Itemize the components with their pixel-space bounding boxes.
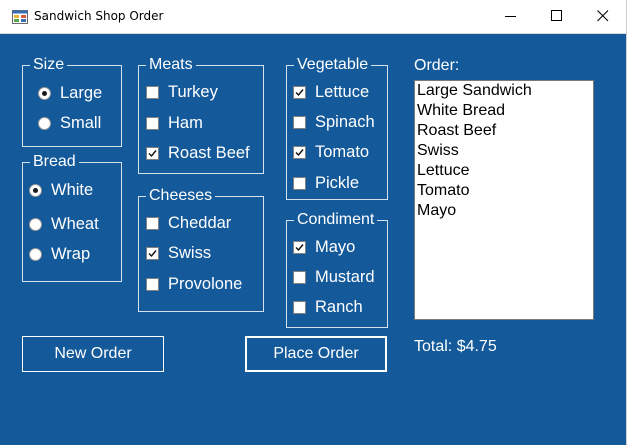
- checkbox-indicator[interactable]: [293, 271, 306, 284]
- checkbox-indicator[interactable]: [146, 117, 159, 130]
- checkbox-indicator[interactable]: [146, 147, 159, 160]
- vegetable-group: Vegetable Lettuce Spinach Tomato Pickle: [286, 56, 388, 200]
- checkbox-label: Pickle: [315, 174, 360, 192]
- checkbox-indicator[interactable]: [293, 241, 306, 254]
- checkbox-indicator[interactable]: [146, 217, 159, 230]
- list-item[interactable]: Swiss: [415, 141, 593, 161]
- list-item[interactable]: Large Sandwich: [415, 81, 593, 101]
- condiment-legend: Condiment: [294, 211, 378, 229]
- maximize-button[interactable]: [534, 0, 580, 33]
- radio-indicator[interactable]: [38, 87, 51, 100]
- checkmark-icon: [148, 150, 157, 158]
- checkbox-label: Roast Beef: [168, 144, 250, 162]
- title-bar[interactable]: Sandwich Shop Order: [0, 0, 626, 34]
- checkbox-label: Provolone: [168, 275, 243, 293]
- cheeses-legend: Cheeses: [146, 187, 216, 205]
- checkmark-icon: [148, 250, 157, 258]
- checkbox-indicator[interactable]: [146, 247, 159, 260]
- list-item[interactable]: White Bread: [415, 101, 593, 121]
- checkmark-icon: [295, 149, 304, 157]
- size-group: Size Large Small: [22, 56, 122, 147]
- minimize-button[interactable]: [488, 0, 534, 33]
- place-order-button[interactable]: Place Order: [245, 336, 387, 372]
- checkbox-label: Mayo: [315, 238, 356, 256]
- checkbox-indicator[interactable]: [293, 301, 306, 314]
- condiment-group: Condiment Mayo Mustard Ranch: [286, 211, 388, 328]
- new-order-button[interactable]: New Order: [22, 336, 164, 372]
- order-label: Order:: [414, 57, 460, 74]
- radio-label: Wrap: [51, 245, 91, 263]
- checkbox-label: Ham: [168, 114, 203, 132]
- radio-indicator[interactable]: [29, 184, 42, 197]
- checkbox-indicator[interactable]: [146, 278, 159, 291]
- window-title: Sandwich Shop Order: [34, 9, 164, 23]
- checkbox-label: Ranch: [315, 298, 363, 316]
- checkbox-label: Mustard: [315, 268, 375, 286]
- meats-legend: Meats: [146, 56, 196, 74]
- list-item[interactable]: Roast Beef: [415, 121, 593, 141]
- radio-label: Small: [60, 114, 102, 132]
- radio-indicator[interactable]: [38, 117, 51, 130]
- list-item[interactable]: Lettuce: [415, 161, 593, 181]
- order-listbox[interactable]: Large Sandwich White Bread Roast Beef Sw…: [414, 80, 594, 320]
- checkbox-label: Spinach: [315, 113, 375, 131]
- close-button[interactable]: [580, 0, 626, 33]
- checkbox-indicator[interactable]: [293, 116, 306, 129]
- radio-label: Wheat: [51, 215, 99, 233]
- checkbox-label: Swiss: [168, 244, 212, 262]
- app-window: Sandwich Shop Order Size Large Small Bre…: [0, 0, 627, 445]
- radio-label: Large: [60, 84, 103, 102]
- cheeses-group: Cheeses Cheddar Swiss Provolone: [138, 187, 264, 312]
- meats-group: Meats Turkey Ham Roast Beef: [138, 56, 264, 174]
- total-label: Total: $4.75: [414, 338, 497, 355]
- checkbox-indicator[interactable]: [293, 177, 306, 190]
- checkbox-indicator[interactable]: [293, 146, 306, 159]
- vegetable-legend: Vegetable: [294, 56, 372, 74]
- app-icon: [12, 9, 28, 25]
- maximize-icon: [551, 10, 562, 21]
- checkbox-indicator[interactable]: [293, 86, 306, 99]
- radio-label: White: [51, 181, 94, 199]
- list-item[interactable]: Mayo: [415, 201, 593, 221]
- close-icon: [597, 10, 609, 22]
- checkbox-label: Lettuce: [315, 83, 370, 101]
- minimize-icon: [505, 16, 516, 17]
- checkbox-indicator[interactable]: [146, 86, 159, 99]
- radio-indicator[interactable]: [29, 218, 42, 231]
- bread-legend: Bread: [30, 153, 79, 171]
- list-item[interactable]: Tomato: [415, 181, 593, 201]
- checkmark-icon: [295, 244, 304, 252]
- checkbox-label: Tomato: [315, 143, 370, 161]
- checkmark-icon: [295, 89, 304, 97]
- size-legend: Size: [30, 56, 68, 74]
- radio-indicator[interactable]: [29, 248, 42, 261]
- checkbox-label: Cheddar: [168, 214, 232, 232]
- bread-group: Bread White Wheat Wrap: [22, 153, 122, 282]
- checkbox-label: Turkey: [168, 83, 218, 101]
